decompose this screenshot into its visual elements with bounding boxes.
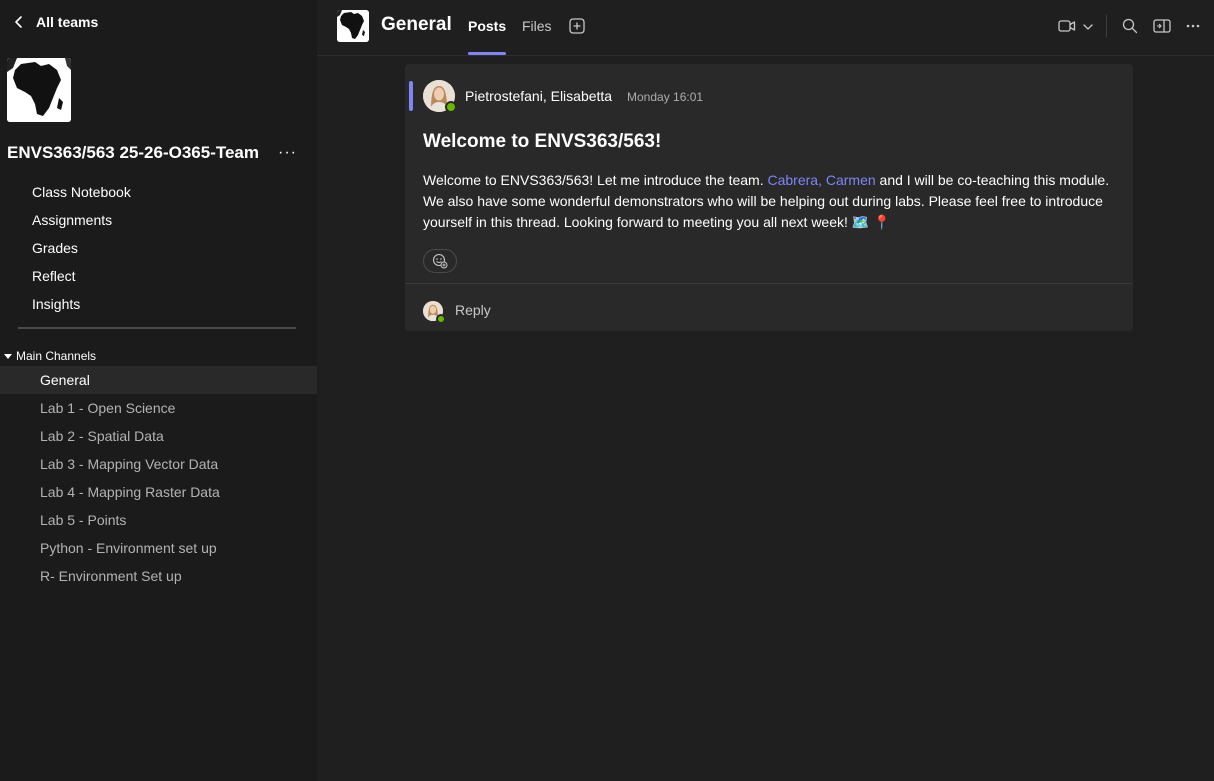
- tab-posts[interactable]: Posts: [468, 18, 506, 34]
- unread-accent-bar: [409, 81, 413, 111]
- main-channels-label: Main Channels: [16, 349, 97, 363]
- channel-r-setup[interactable]: R- Environment Set up: [0, 562, 317, 590]
- channel-list: General Lab 1 - Open Science Lab 2 - Spa…: [0, 366, 317, 590]
- video-camera-icon[interactable]: [1058, 18, 1076, 39]
- search-icon[interactable]: [1122, 18, 1138, 39]
- presence-available-icon: [445, 101, 457, 113]
- add-reaction-button[interactable]: [423, 249, 457, 273]
- team-more-options-icon[interactable]: ···: [278, 144, 307, 162]
- team-app-list: Class Notebook Assignments Grades Reflec…: [32, 182, 131, 322]
- app-assignments[interactable]: Assignments: [32, 210, 131, 238]
- team-logo: [7, 58, 71, 122]
- channel-header: General Posts Files: [317, 0, 1214, 56]
- chevron-left-icon: [15, 16, 22, 28]
- presence-available-small-icon: [436, 314, 446, 324]
- channel-title: General: [381, 14, 452, 35]
- tab-files[interactable]: Files: [522, 18, 552, 34]
- app-reflect[interactable]: Reflect: [32, 266, 131, 294]
- channel-lab-1[interactable]: Lab 1 - Open Science: [0, 394, 317, 422]
- header-separator: [1106, 15, 1107, 37]
- post-subject: Welcome to ENVS363/563!: [423, 131, 662, 152]
- sidebar: All teams ENVS363/563 25-26-O365-Team ··…: [0, 0, 317, 781]
- channel-lab-3[interactable]: Lab 3 - Mapping Vector Data: [0, 450, 317, 478]
- post-body: Welcome to ENVS363/563! Let me introduce…: [423, 170, 1123, 233]
- reply-divider: [405, 283, 1133, 284]
- channel-lab-2[interactable]: Lab 2 - Spatial Data: [0, 422, 317, 450]
- post-body-text: Welcome to ENVS363/563! Let me introduce…: [423, 172, 768, 188]
- side-panel-icon[interactable]: [1153, 18, 1171, 39]
- team-header: ENVS363/563 25-26-O365-Team ···: [7, 143, 307, 163]
- post-card: Pietrostefani, Elisabetta Monday 16:01 W…: [405, 64, 1133, 331]
- more-options-icon[interactable]: [1185, 18, 1201, 39]
- emoji-add-icon: [432, 253, 448, 269]
- channel-team-logo: [337, 10, 369, 42]
- channel-lab-5[interactable]: Lab 5 - Points: [0, 506, 317, 534]
- back-to-all-teams-button[interactable]: All teams: [12, 12, 98, 32]
- reply-button[interactable]: Reply: [455, 302, 491, 318]
- app-class-notebook[interactable]: Class Notebook: [32, 182, 131, 210]
- channel-lab-4[interactable]: Lab 4 - Mapping Raster Data: [0, 478, 317, 506]
- channel-python-setup[interactable]: Python - Environment set up: [0, 534, 317, 562]
- app-grades[interactable]: Grades: [32, 238, 131, 266]
- main-pane: General Posts Files Pietrostefani, Elisa…: [317, 0, 1214, 781]
- app-insights[interactable]: Insights: [32, 294, 131, 322]
- post-timestamp: Monday 16:01: [627, 90, 704, 104]
- team-name: ENVS363/563 25-26-O365-Team: [7, 143, 260, 162]
- chevron-down-icon[interactable]: [1082, 20, 1094, 38]
- active-tab-indicator: [468, 52, 506, 55]
- post-author[interactable]: Pietrostefani, Elisabetta: [465, 88, 612, 104]
- add-tab-icon[interactable]: [569, 18, 585, 39]
- mention-link[interactable]: Cabrera, Carmen: [767, 172, 875, 188]
- main-channels-header[interactable]: Main Channels: [4, 349, 96, 363]
- channel-general[interactable]: General: [0, 366, 317, 394]
- caret-down-icon: [4, 354, 12, 359]
- back-label: All teams: [36, 14, 99, 30]
- sidebar-divider: [18, 327, 296, 329]
